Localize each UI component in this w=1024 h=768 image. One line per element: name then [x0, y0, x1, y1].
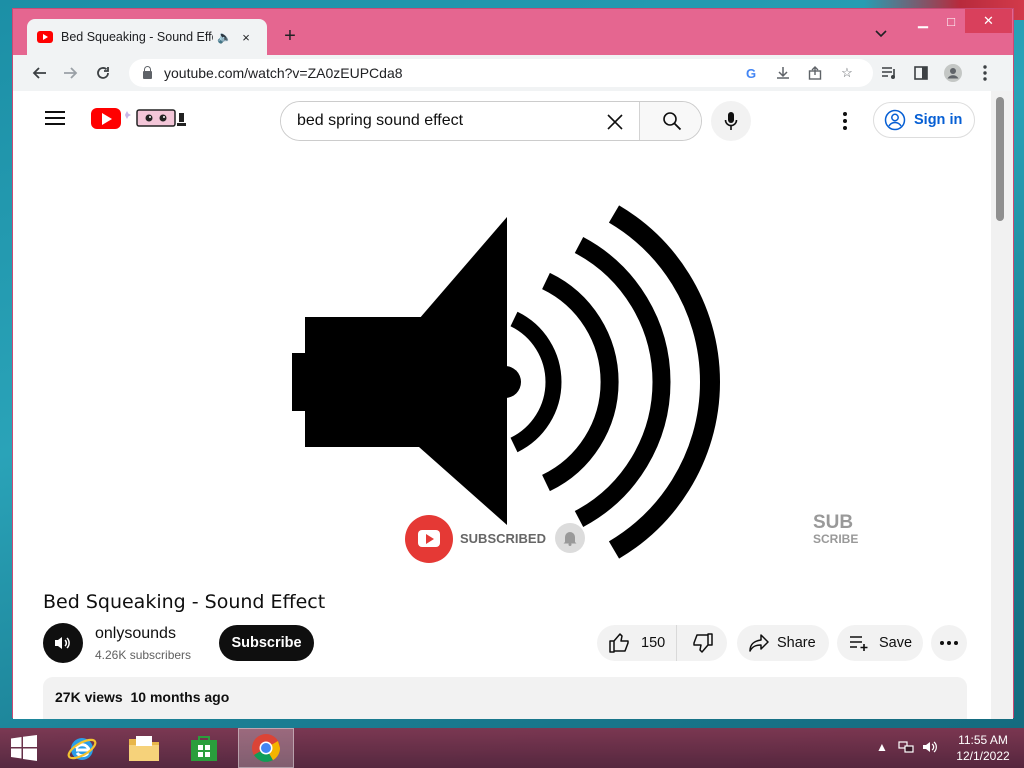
clear-search-icon[interactable]: [603, 110, 627, 134]
share-label: Share: [777, 635, 816, 651]
system-clock[interactable]: 11:55 AM 12/1/2022: [948, 732, 1018, 764]
share-arrow-icon: [749, 634, 769, 652]
share-button[interactable]: Share: [737, 625, 829, 661]
side-panel-icon[interactable]: [909, 61, 933, 85]
volume-icon[interactable]: [922, 740, 938, 757]
browser-menu-icon[interactable]: [973, 61, 997, 85]
search-button[interactable]: [639, 102, 701, 140]
clock-time: 11:55 AM: [958, 733, 1008, 747]
subscribe-watermark: SUB SCRIBE: [813, 512, 859, 546]
video-player[interactable]: SUBSCRIBED SUB SCRIBE: [13, 157, 991, 593]
store-icon[interactable]: [176, 728, 232, 768]
more-actions-button[interactable]: [931, 625, 967, 661]
description-box[interactable]: 27K views 10 months ago: [43, 677, 967, 719]
youtube-logo[interactable]: [91, 108, 121, 129]
forward-arrow-icon[interactable]: [59, 61, 83, 85]
playlist-add-icon: [850, 636, 868, 651]
profile-icon[interactable]: [941, 61, 965, 85]
subscribed-label: SUBSCRIBED: [460, 531, 546, 546]
start-button[interactable]: [0, 728, 48, 768]
tab-bed-squeaking[interactable]: Bed Squeaking - Sound Effect 🔈 ×: [27, 19, 267, 55]
file-explorer-icon[interactable]: [116, 728, 172, 768]
tab-strip: Bed Squeaking - Sound Effect 🔈 × + ▁ □ ✕: [13, 9, 1013, 55]
search-icon: [662, 112, 681, 131]
taskbar: ▲ 11:55 AM 12/1/2022: [0, 728, 1024, 768]
lock-icon[interactable]: [143, 66, 152, 79]
thumbs-up-icon: [609, 633, 629, 653]
tab-title: Bed Squeaking - Sound Effect: [61, 30, 213, 44]
channel-name[interactable]: onlysounds: [95, 625, 176, 643]
bell-icon: [555, 523, 585, 553]
like-dislike-group: 150: [597, 625, 727, 661]
share-page-icon[interactable]: [805, 63, 825, 83]
search-bar: [280, 101, 702, 141]
bookmark-star-icon[interactable]: ☆: [837, 63, 857, 83]
thumbs-down-icon: [693, 633, 713, 653]
menu-icon[interactable]: [45, 111, 65, 125]
scrollbar-thumb[interactable]: [996, 97, 1004, 221]
media-controls-icon[interactable]: [877, 61, 901, 85]
sign-in-button[interactable]: Sign in: [873, 102, 975, 138]
reload-icon[interactable]: [91, 61, 115, 85]
browser-toolbar: youtube.com/watch?v=ZA0zEUPCda8 G ☆: [13, 55, 1013, 91]
youtube-favicon-icon: [37, 31, 53, 43]
save-label: Save: [879, 635, 913, 651]
tab-close-icon[interactable]: ×: [239, 30, 253, 45]
subscribed-overlay: SUBSCRIBED: [405, 515, 591, 563]
views-and-date: 27K views 10 months ago: [55, 689, 230, 705]
new-tab-button[interactable]: +: [279, 25, 301, 47]
windows-logo-icon: [11, 735, 37, 761]
back-arrow-icon[interactable]: [27, 61, 51, 85]
microphone-icon: [724, 112, 738, 130]
youtube-page: Sign in SUBSCRIBED: [13, 91, 991, 719]
maximize-button[interactable]: □: [937, 9, 965, 33]
channel-avatar[interactable]: [43, 623, 83, 663]
settings-more-icon[interactable]: [833, 109, 857, 133]
search-input[interactable]: [281, 102, 639, 140]
like-button[interactable]: 150: [597, 625, 677, 661]
speaker-icon: [55, 637, 70, 649]
subscribe-button[interactable]: Subscribe: [219, 625, 314, 661]
internet-explorer-icon[interactable]: [54, 728, 110, 768]
sign-in-label: Sign in: [914, 112, 963, 128]
video-title: Bed Squeaking - Sound Effect: [43, 591, 326, 613]
like-count: 150: [641, 635, 666, 651]
save-button[interactable]: Save: [837, 625, 923, 661]
page-scrollbar[interactable]: [991, 91, 1013, 719]
account-icon: [884, 109, 906, 131]
chrome-icon[interactable]: [238, 728, 294, 768]
chevron-down-icon[interactable]: [875, 27, 887, 41]
youtube-logo-circle-icon: [405, 515, 453, 563]
minimize-button[interactable]: ▁: [909, 9, 937, 33]
speaker-icon[interactable]: 🔈: [217, 30, 232, 44]
google-g-icon[interactable]: G: [741, 63, 761, 83]
doodle-logo[interactable]: [125, 107, 189, 129]
clock-date: 12/1/2022: [956, 749, 1010, 763]
browser-window: Bed Squeaking - Sound Effect 🔈 × + ▁ □ ✕…: [12, 8, 1014, 719]
address-bar[interactable]: youtube.com/watch?v=ZA0zEUPCda8 G ☆: [129, 59, 873, 87]
url-text: youtube.com/watch?v=ZA0zEUPCda8: [164, 65, 403, 81]
subscriber-count: 4.26K subscribers: [95, 648, 192, 662]
tray-expand-icon[interactable]: ▲: [876, 740, 888, 754]
dislike-button[interactable]: [677, 625, 727, 661]
network-icon[interactable]: [898, 740, 914, 757]
close-window-button[interactable]: ✕: [965, 9, 1012, 33]
voice-search-button[interactable]: [711, 101, 751, 141]
install-icon[interactable]: [773, 63, 793, 83]
